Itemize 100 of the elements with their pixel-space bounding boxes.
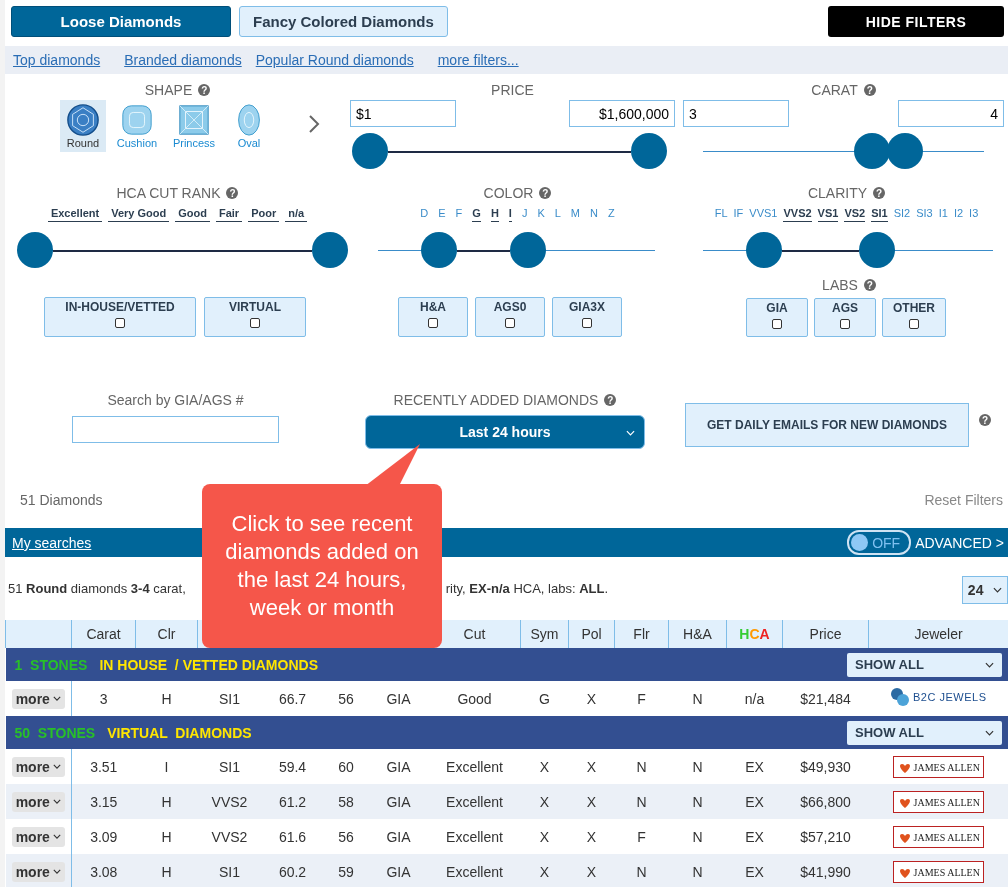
shape-option[interactable]: Round (60, 100, 106, 152)
column-header[interactable]: Jeweler (868, 620, 1008, 648)
grade-option[interactable]: I (508, 207, 512, 222)
help-icon[interactable]: ? (863, 279, 876, 291)
grade-option[interactable]: Excellent (47, 207, 103, 222)
grade-option[interactable]: VS1 (817, 207, 839, 222)
filter-checkbox-tile[interactable]: AGS0 (475, 297, 545, 337)
grade-option[interactable]: Poor (248, 207, 280, 222)
checkbox[interactable] (840, 319, 850, 329)
grade-option[interactable]: SI3 (916, 207, 933, 222)
chevron-right-icon[interactable] (308, 114, 320, 134)
slider-thumb[interactable] (420, 232, 457, 268)
min-carat-field[interactable]: 3 (683, 100, 789, 127)
quick-link[interactable]: Top diamonds (13, 52, 101, 68)
grade-option[interactable]: n/a (285, 207, 308, 222)
quick-link[interactable]: Branded diamonds (124, 52, 242, 68)
recently-added-dropdown[interactable]: Last 24 hours (365, 415, 645, 449)
help-icon[interactable]: ? (226, 187, 239, 199)
jeweler-logo[interactable]: JAMES ALLEN (892, 790, 984, 813)
checkbox[interactable] (250, 318, 260, 328)
grade-option[interactable]: Good (175, 207, 210, 222)
grade-option[interactable]: I3 (969, 207, 979, 222)
jeweler-logo[interactable]: B2C JEWELS (890, 687, 987, 707)
column-header[interactable]: Pol (568, 620, 615, 648)
grade-option[interactable]: VVS2 (783, 207, 812, 222)
grade-option[interactable]: FL (714, 207, 728, 222)
shape-option[interactable]: Princess (168, 100, 220, 152)
help-icon[interactable]: ? (198, 84, 211, 96)
grade-option[interactable]: G (472, 207, 481, 222)
checkbox[interactable] (909, 319, 919, 329)
grade-option[interactable]: F (455, 207, 463, 222)
quick-link[interactable]: Popular Round diamonds (255, 52, 414, 68)
slider-thumb[interactable] (509, 232, 546, 268)
slider-thumb[interactable] (312, 232, 348, 268)
reset-filters-link[interactable]: Reset Filters (924, 492, 1003, 508)
help-icon[interactable]: ? (863, 84, 876, 96)
checkbox[interactable] (428, 318, 438, 328)
my-searches-link[interactable]: My searches (12, 534, 92, 551)
slider-thumb[interactable] (352, 133, 388, 169)
min-price-field[interactable]: $1 (350, 100, 456, 127)
grade-option[interactable]: N (590, 207, 598, 222)
grade-option[interactable]: VVS1 (749, 207, 778, 222)
quick-link[interactable]: more filters... (437, 52, 519, 68)
jeweler-logo[interactable]: JAMES ALLEN (892, 825, 984, 848)
grade-option[interactable]: K (537, 207, 545, 222)
hide-filters-button[interactable]: HIDE FILTERS (828, 6, 1004, 37)
per-page-dropdown[interactable]: 24 (962, 576, 1008, 604)
grade-option[interactable]: M (570, 207, 581, 222)
max-carat-field[interactable]: 4 (898, 100, 1004, 127)
column-header[interactable]: Carat (71, 620, 136, 648)
filter-checkbox-tile[interactable]: OTHER (882, 298, 946, 337)
advanced-link[interactable]: ADVANCED > (915, 534, 1004, 551)
jeweler-logo[interactable]: JAMES ALLEN (892, 755, 984, 778)
column-header[interactable]: Clr (135, 620, 198, 648)
grade-option[interactable]: Very Good (108, 207, 170, 222)
help-icon[interactable]: ? (604, 394, 617, 406)
grade-option[interactable]: D (420, 207, 429, 222)
slider-thumb[interactable] (853, 133, 890, 169)
grade-option[interactable]: Z (608, 207, 615, 222)
help-icon[interactable]: ? (873, 187, 886, 199)
grade-option[interactable]: I1 (938, 207, 948, 222)
shape-option[interactable]: Oval (226, 100, 272, 152)
filter-checkbox-tile[interactable]: AGS (814, 298, 876, 337)
column-header[interactable]: Sym (520, 620, 569, 648)
tab[interactable]: Fancy Colored Diamonds (239, 6, 448, 37)
search-field[interactable] (72, 416, 279, 443)
checkbox[interactable] (772, 319, 782, 329)
grade-option[interactable]: L (554, 207, 561, 222)
grade-option[interactable]: VS2 (844, 207, 866, 222)
checkbox[interactable] (582, 318, 592, 328)
help-icon[interactable]: ? (979, 414, 991, 426)
grade-option[interactable]: J (521, 207, 528, 222)
checkbox[interactable] (505, 318, 515, 328)
help-icon[interactable]: ? (539, 187, 552, 199)
grade-option[interactable]: E (438, 207, 446, 222)
grade-option[interactable]: I2 (953, 207, 964, 222)
checkbox[interactable] (115, 318, 125, 328)
max-price-field[interactable]: $1,600,000 (569, 100, 675, 127)
tab[interactable]: Loose Diamonds (11, 6, 231, 37)
grade-option[interactable]: Fair (215, 207, 243, 222)
more-button[interactable]: more (11, 688, 65, 709)
show-all-dropdown[interactable]: SHOW ALL (847, 720, 1002, 745)
slider-thumb[interactable] (17, 232, 53, 268)
more-button[interactable]: more (11, 861, 65, 882)
slider-thumb[interactable] (887, 133, 924, 169)
grade-option[interactable]: SI1 (871, 207, 888, 222)
column-header[interactable]: Flr (614, 620, 669, 648)
show-all-dropdown[interactable]: SHOW ALL (847, 652, 1002, 677)
filter-checkbox-tile[interactable]: H&A (398, 297, 468, 337)
more-button[interactable]: more (11, 791, 65, 812)
slider-thumb[interactable] (859, 232, 895, 268)
more-button[interactable]: more (11, 826, 65, 847)
jeweler-logo[interactable]: JAMES ALLEN (892, 860, 984, 883)
grade-option[interactable]: H (490, 207, 499, 222)
column-header[interactable]: HCA (726, 620, 783, 648)
grade-option[interactable]: SI2 (893, 207, 911, 222)
filter-checkbox-tile[interactable]: GIA (746, 298, 808, 337)
more-button[interactable]: more (11, 756, 65, 777)
filter-checkbox-tile[interactable]: IN-HOUSE/VETTED (44, 297, 196, 337)
shape-option[interactable]: Cushion (112, 100, 162, 152)
